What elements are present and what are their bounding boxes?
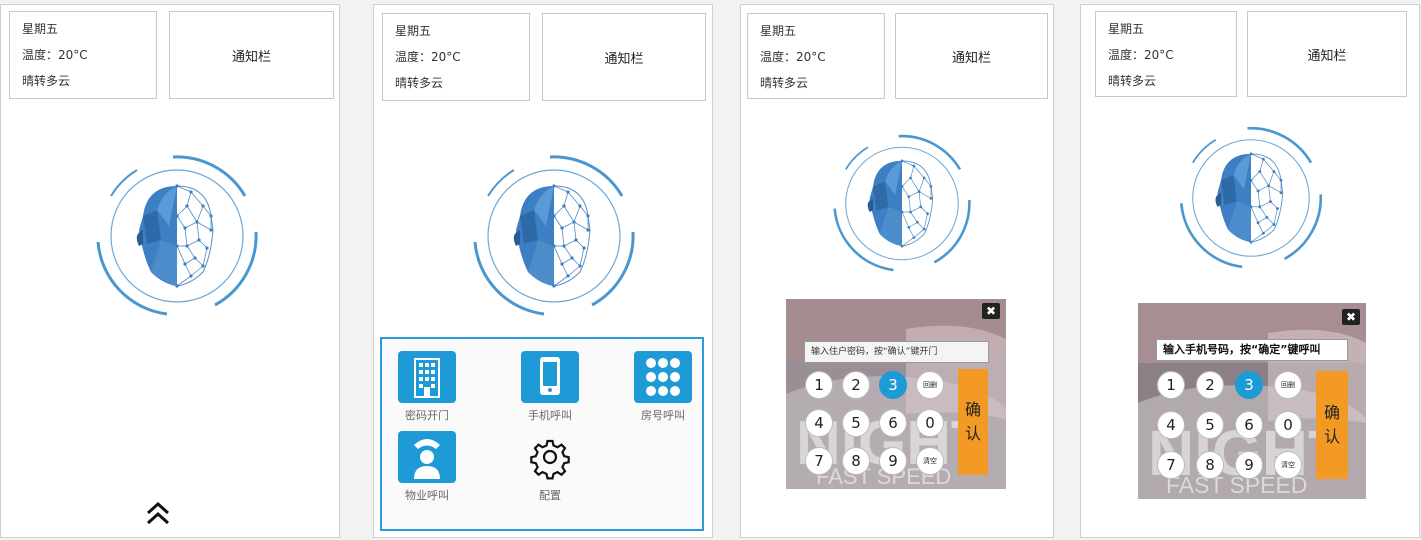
building-icon: [398, 351, 456, 403]
key-2-4[interactable]: 0: [1274, 411, 1302, 439]
menu-item-settings[interactable]: 配置: [510, 431, 590, 503]
key-3-3[interactable]: 9: [1235, 451, 1263, 479]
weather-panel: 星期五 温度：20°C 晴转多云: [747, 13, 885, 99]
key-2-2[interactable]: 5: [842, 409, 870, 437]
weather-condition: 晴转多云: [1108, 74, 1157, 88]
key-2-4[interactable]: 0: [916, 409, 944, 437]
screen-phone-keypad: 星期五 温度：20°C 晴转多云 通知栏 NIGHT FAST SPEED ✖ …: [1080, 4, 1420, 538]
menu-item-label: 手机呼叫: [528, 409, 572, 422]
key-1-2[interactable]: 2: [1196, 371, 1224, 399]
weather-day: 星期五: [1108, 22, 1145, 36]
confirm-label: 确认: [964, 400, 981, 443]
menu-item-password-door[interactable]: 密码开门: [387, 351, 467, 423]
menu-item-label: 配置: [539, 489, 561, 502]
weather-day: 星期五: [395, 24, 432, 38]
expand-menu-button[interactable]: [143, 499, 173, 529]
gear-icon: [521, 431, 579, 483]
weather-panel: 星期五 温度：20°C 晴转多云: [9, 11, 157, 99]
notification-bar: 通知栏: [169, 11, 334, 99]
key-1-4[interactable]: 回删: [916, 371, 944, 399]
double-chevron-up-icon: [146, 501, 170, 525]
key-1-3[interactable]: 3: [1235, 371, 1263, 399]
weather-day: 星期五: [22, 22, 59, 36]
key-1-2[interactable]: 2: [842, 371, 870, 399]
face-recognition-graphic[interactable]: [1173, 123, 1329, 273]
menu-item-label: 房号呼叫: [641, 409, 685, 422]
confirm-label: 确认: [1323, 403, 1340, 446]
weather-temperature: 温度：20°C: [1108, 48, 1174, 62]
notification-bar: 通知栏: [895, 13, 1048, 99]
grid-icon: [634, 351, 692, 403]
close-button[interactable]: ✖: [982, 303, 1000, 319]
password-keypad-dialog: NIGHT FAST SPEED ✖ 输入住户密码，按“确认”键开门 1 2 3 回删…: [786, 299, 1006, 489]
face-icon: [96, 155, 258, 316]
menu-item-room-call[interactable]: 房号呼叫: [623, 351, 703, 423]
key-3-2[interactable]: 8: [1196, 451, 1224, 479]
close-button[interactable]: ✖: [1342, 309, 1360, 325]
weather-temperature: 温度：20°C: [395, 50, 461, 64]
screen-password-keypad: 星期五 温度：20°C 晴转多云 通知栏 NIGHT FAST SPEED ✖ …: [740, 4, 1054, 538]
notification-bar: 通知栏: [1247, 11, 1407, 97]
face-icon: [473, 155, 635, 316]
weather-condition: 晴转多云: [395, 76, 444, 90]
screen-idle: 星期五 温度：20°C 晴转多云 通知栏: [0, 4, 340, 538]
key-1-1[interactable]: 1: [1157, 371, 1185, 399]
key-2-3[interactable]: 6: [879, 409, 907, 437]
confirm-button[interactable]: 确认: [1316, 371, 1348, 479]
key-2-3[interactable]: 6: [1235, 411, 1263, 439]
key-1-1[interactable]: 1: [805, 371, 833, 399]
weather-panel: 星期五 温度：20°C 晴转多云: [1095, 11, 1237, 97]
password-input[interactable]: 输入住户密码，按“确认”键开门: [804, 341, 989, 363]
key-3-3[interactable]: 9: [879, 447, 907, 475]
phone-keypad-dialog: NIGHT FAST SPEED ✖ 输入手机号码，按“确定”键呼叫 123回删…: [1138, 303, 1366, 499]
weather-condition: 晴转多云: [22, 74, 71, 88]
weather-temperature: 温度：20°C: [760, 50, 826, 64]
key-3-1[interactable]: 7: [1157, 451, 1185, 479]
phone-icon: [521, 351, 579, 403]
key-3-1[interactable]: 7: [805, 447, 833, 475]
key-1-3[interactable]: 3: [879, 371, 907, 399]
menu-item-label: 物业呼叫: [405, 489, 449, 502]
face-recognition-graphic[interactable]: [466, 151, 642, 321]
face-recognition-graphic[interactable]: [827, 131, 977, 276]
weather-day: 星期五: [760, 24, 797, 38]
key-3-4[interactable]: 清空: [1274, 451, 1302, 479]
key-3-2[interactable]: 8: [842, 447, 870, 475]
notification-bar: 通知栏: [542, 13, 706, 101]
operator-icon: [398, 431, 456, 483]
menu-item-property-call[interactable]: 物业呼叫: [387, 431, 467, 503]
weather-condition: 晴转多云: [760, 76, 809, 90]
key-2-1[interactable]: 4: [805, 409, 833, 437]
function-menu: 密码开门 手机呼叫 房号呼叫 物业呼叫 配置: [380, 337, 704, 531]
face-icon: [833, 134, 971, 272]
phone-number-input[interactable]: 输入手机号码，按“确定”键呼叫: [1156, 339, 1348, 361]
face-recognition-graphic[interactable]: [89, 151, 265, 321]
menu-item-label: 密码开门: [405, 409, 449, 422]
face-icon: [1179, 126, 1323, 269]
screen-menu: 星期五 温度：20°C 晴转多云 通知栏 密码开门 手机呼叫 房号呼叫 物业呼叫…: [373, 4, 713, 538]
key-1-4[interactable]: 回删: [1274, 371, 1302, 399]
key-2-1[interactable]: 4: [1157, 411, 1185, 439]
weather-panel: 星期五 温度：20°C 晴转多云: [382, 13, 530, 101]
weather-temperature: 温度：20°C: [22, 48, 88, 62]
menu-item-mobile-call[interactable]: 手机呼叫: [510, 351, 590, 423]
key-3-4[interactable]: 清空: [916, 447, 944, 475]
confirm-button[interactable]: 确认: [958, 369, 988, 475]
key-2-2[interactable]: 5: [1196, 411, 1224, 439]
